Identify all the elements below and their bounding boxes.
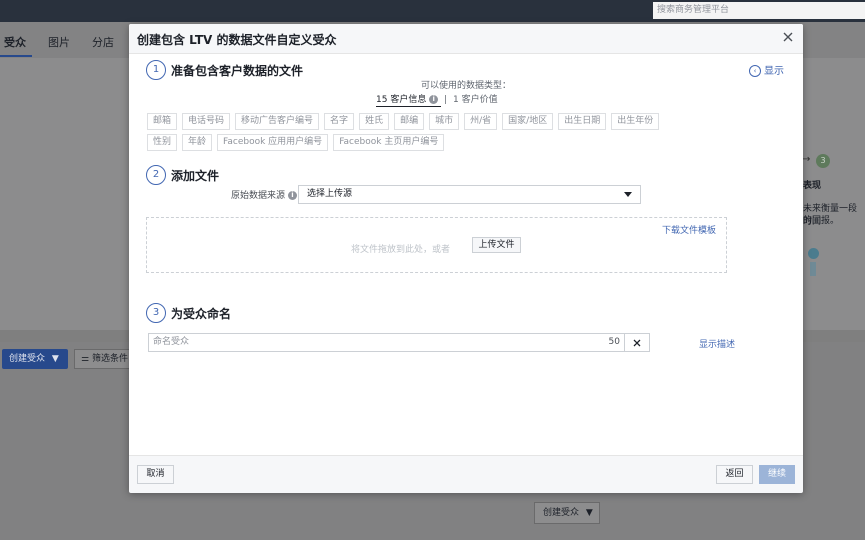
step-1-number: 1 xyxy=(146,60,166,80)
chip-gender: 性别 xyxy=(147,134,178,151)
chevron-left-icon: ‹ xyxy=(749,65,761,77)
step-3-number: 3 xyxy=(146,303,166,323)
illustration-bar xyxy=(810,262,816,276)
chevron-down-icon: ▼ xyxy=(585,508,593,518)
illustration-dot xyxy=(808,248,819,259)
upload-source-select[interactable]: 选择上传源 xyxy=(298,185,641,204)
show-description-link[interactable]: 显示描述 xyxy=(699,337,735,350)
create-audience-button[interactable]: 创建受众 ▼ xyxy=(2,349,68,369)
data-source-label: 原始数据来源 i xyxy=(231,188,297,201)
clear-icon[interactable] xyxy=(625,333,650,352)
chip-city: 城市 xyxy=(429,113,460,130)
active-tab-underline xyxy=(0,55,32,57)
data-type-chips-row-2: 性别 年龄 Facebook 应用用户编号 Facebook 主页用户编号 xyxy=(147,134,707,151)
step-2-number: 2 xyxy=(146,165,166,185)
drop-zone-text: 将文件拖放到此处，或者 xyxy=(351,245,451,255)
create-audience-label: 创建受众 xyxy=(9,354,46,364)
chip-birth-year: 出生年份 xyxy=(611,113,660,130)
filter-label: 筛选条件 xyxy=(91,354,128,364)
create-audience-label: 创建受众 xyxy=(543,508,580,518)
chip-fb-app-user-id: Facebook 应用用户编号 xyxy=(217,134,329,151)
show-toggle-label: 显示 xyxy=(764,66,784,77)
dialog-header: 创建包含 LTV 的数据文件自定义受众 xyxy=(129,24,803,54)
tab-customer-value[interactable]: 1 客户价值 xyxy=(453,95,498,105)
data-type-tabs: 15 客户信息 i | 1 客户价值 xyxy=(376,92,498,107)
back-button[interactable]: 返回 xyxy=(716,465,753,484)
step-3-title: 为受众命名 xyxy=(171,307,232,321)
chip-first-name: 名字 xyxy=(324,113,355,130)
audience-name-placeholder: 命名受众 xyxy=(153,337,190,347)
create-audience-dialog: 创建包含 LTV 的数据文件自定义受众 1 准备包含客户数据的文件 ‹ 显示 可以… xyxy=(129,24,803,493)
step-1-title: 准备包含客户数据的文件 xyxy=(171,64,304,78)
step-2-title: 添加文件 xyxy=(171,169,220,183)
upload-source-value: 选择上传源 xyxy=(307,189,353,199)
filter-icon: ⚌ xyxy=(81,354,90,364)
dialog-title: 创建包含 LTV 的数据文件自定义受众 xyxy=(137,33,337,47)
arrow-right-icon: → xyxy=(802,154,811,165)
background-step-3: 3 xyxy=(816,154,830,168)
caret-down-icon xyxy=(624,192,632,197)
chip-last-name: 姓氏 xyxy=(359,113,390,130)
create-audience-button-bottom[interactable]: 创建受众 ▼ xyxy=(534,502,600,524)
info-icon[interactable]: i xyxy=(429,95,439,104)
available-data-types-label: 可以使用的数据类型： xyxy=(420,81,511,91)
tab-separator: | xyxy=(444,95,448,105)
chip-phone: 电话号码 xyxy=(182,113,231,130)
character-count: 50 xyxy=(608,337,620,347)
dialog-footer: 取消 返回 继续 xyxy=(129,455,803,493)
cancel-button[interactable]: 取消 xyxy=(137,465,174,484)
tab-audiences[interactable]: 受众 xyxy=(4,34,26,50)
chip-mobile-ad-id: 移动广告客户编号 xyxy=(235,113,320,130)
filter-button[interactable]: ⚌ 筛选条件 xyxy=(74,349,134,369)
chip-state: 州/省 xyxy=(464,113,498,130)
audience-name-input[interactable]: 命名受众 50 xyxy=(148,333,625,352)
business-search-input[interactable]: 搜索商务管理平台 xyxy=(653,2,865,19)
close-icon[interactable] xyxy=(781,30,795,44)
data-source-label-text: 原始数据来源 xyxy=(231,191,286,201)
chip-dob: 出生日期 xyxy=(558,113,607,130)
chip-fb-page-user-id: Facebook 主页用户编号 xyxy=(333,134,445,151)
tab-stores[interactable]: 分店 xyxy=(92,34,114,50)
background-heading: 表现 xyxy=(803,181,822,191)
data-type-chips-row-1: 邮箱 电话号码 移动广告客户编号 名字 姓氏 邮编 城市 州/省 国家/地区 出… xyxy=(147,113,707,130)
show-toggle[interactable]: ‹ 显示 xyxy=(749,62,784,77)
chevron-down-icon: ▼ xyxy=(51,354,59,364)
background-text: 的回报。 xyxy=(803,216,840,226)
chip-zip: 邮编 xyxy=(394,113,425,130)
chip-age: 年龄 xyxy=(182,134,213,151)
chip-country: 国家/地区 xyxy=(502,113,554,130)
upload-file-button[interactable]: 上传文件 xyxy=(472,237,521,253)
download-template-link[interactable]: 下载文件模板 xyxy=(662,223,716,236)
tab-customer-info-label: 15 客户信息 xyxy=(376,95,427,105)
next-button[interactable]: 继续 xyxy=(759,465,795,484)
tab-customer-info[interactable]: 15 客户信息 i xyxy=(376,95,442,107)
info-icon[interactable]: i xyxy=(287,191,297,200)
tab-images[interactable]: 图片 xyxy=(48,34,70,50)
chip-email: 邮箱 xyxy=(147,113,178,130)
file-drop-zone[interactable]: 下载文件模板 将文件拖放到此处，或者 上传文件 xyxy=(146,217,727,273)
top-bar: 搜索商务管理平台 xyxy=(0,0,865,22)
